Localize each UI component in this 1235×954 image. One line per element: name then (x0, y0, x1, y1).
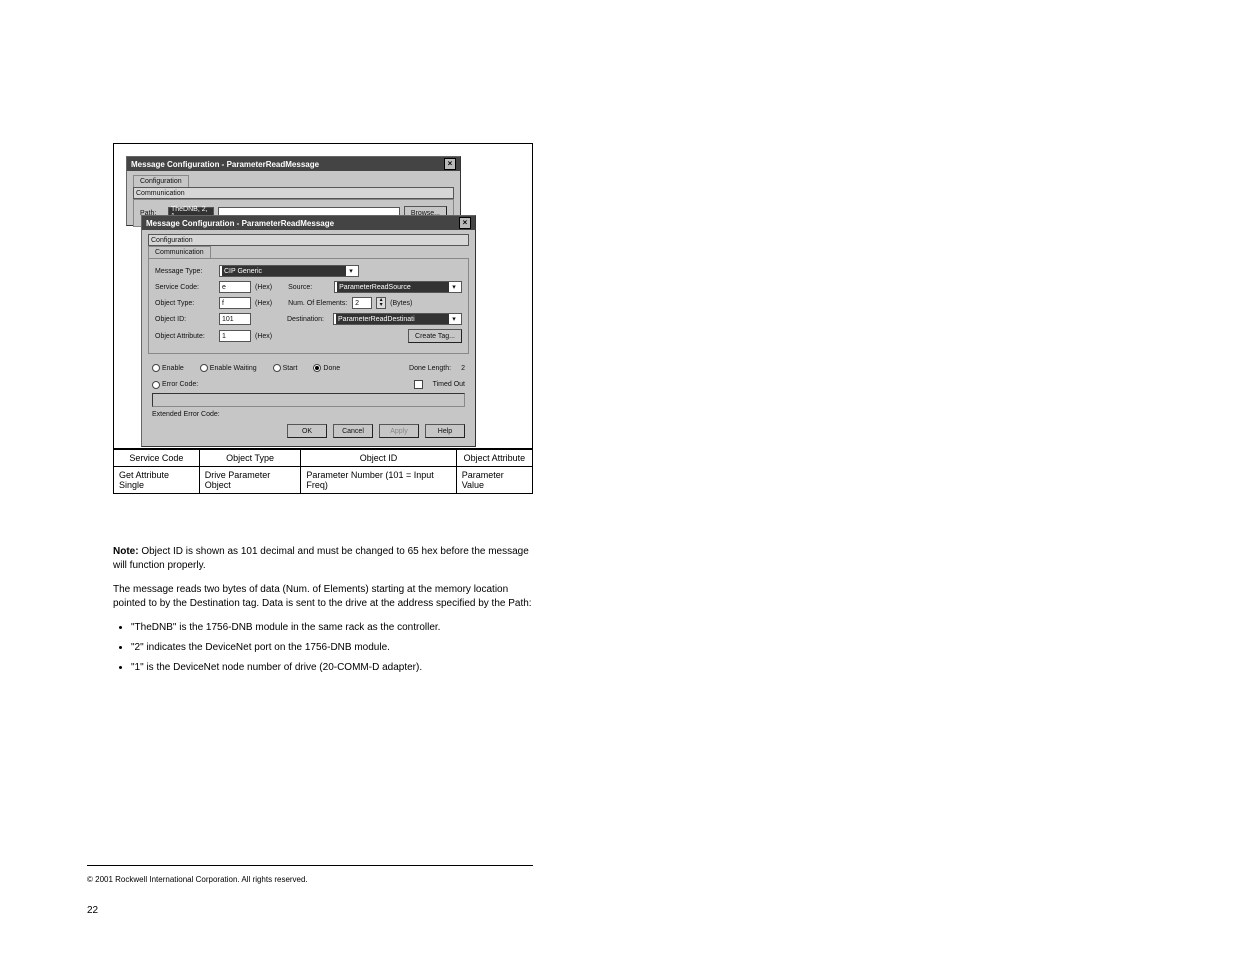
bytes-label: (Bytes) (390, 300, 412, 307)
body-text: Note: Object ID is shown as 101 decimal … (113, 545, 533, 685)
titlebar: Message Configuration - ParameterReadMes… (142, 216, 475, 230)
hex-label: (Hex) (255, 333, 272, 340)
destination-label: Destination: (287, 316, 329, 323)
object-type-label: Object Type: (155, 300, 215, 307)
table-row: Get Attribute Single Drive Parameter Obj… (114, 467, 533, 494)
list-item: "2" indicates the DeviceNet port on the … (131, 641, 533, 655)
note-label: Note: (113, 546, 139, 557)
message-type-label: Message Type: (155, 268, 215, 275)
titlebar: Message Configuration - ParameterReadMes… (127, 157, 460, 171)
chevron-down-icon: ▾ (346, 267, 356, 275)
tabstrip: Configuration Communication (127, 171, 460, 199)
dialog-stack: Message Configuration - ParameterReadMes… (126, 156, 481, 436)
object-id-label: Object ID: (155, 316, 215, 323)
hex-label: (Hex) (255, 284, 272, 291)
source-label: Source: (288, 284, 330, 291)
chevron-down-icon: ▾ (449, 283, 459, 291)
done-length-label: Done Length: (409, 365, 451, 372)
radio-icon (273, 364, 281, 372)
dialog-title: Message Configuration - ParameterReadMes… (131, 160, 319, 169)
status-row-2: Error Code: Timed Out (142, 376, 475, 393)
object-attribute-input[interactable]: 1 (219, 330, 251, 342)
source-select[interactable]: ParameterReadSource ▾ (334, 281, 462, 293)
radio-icon (200, 364, 208, 372)
message-type-value: CIP Generic (222, 266, 346, 276)
destination-select[interactable]: ParameterReadDestinati ▾ (333, 313, 462, 325)
dialog-title: Message Configuration - ParameterReadMes… (146, 219, 334, 228)
radio-icon (313, 364, 321, 372)
num-elements-label: Num. Of Elements: (288, 300, 348, 307)
enable-label: Enable (162, 365, 184, 372)
done-label: Done (323, 365, 340, 372)
tabstrip: Configuration Communication (142, 230, 475, 258)
done-length-value: 2 (461, 365, 465, 372)
destination-value: ParameterReadDestinati (336, 314, 449, 324)
list-item: "TheDNB" is the 1756-DNB module in the s… (131, 621, 533, 635)
tab-configuration[interactable]: Configuration (148, 234, 469, 246)
config-panel: Message Type: CIP Generic ▾ Service Code… (148, 258, 469, 354)
list-item: "1" is the DeviceNet node number of driv… (131, 661, 533, 675)
ok-button[interactable]: OK (287, 424, 327, 438)
footer-rule (87, 865, 533, 866)
note-text: Object ID is shown as 101 decimal and mu… (113, 546, 529, 571)
figure-and-table: Message Configuration - ParameterReadMes… (113, 143, 533, 494)
object-attribute-label: Object Attribute: (155, 333, 215, 340)
tab-communication[interactable]: Communication (133, 187, 454, 199)
num-elements-input[interactable]: 2 (352, 297, 372, 309)
radio-icon (152, 364, 160, 372)
footer-copyright: © 2001 Rockwell International Corporatio… (87, 875, 533, 884)
tab-configuration[interactable]: Configuration (133, 175, 189, 187)
page-number: 22 (87, 905, 98, 916)
cell: Get Attribute Single (114, 467, 200, 494)
extended-error-label: Extended Error Code: (142, 411, 475, 424)
bullet-list: "TheDNB" is the 1756-DNB module in the s… (131, 621, 533, 675)
cell: Parameter Value (456, 467, 532, 494)
col-header: Object Type (199, 450, 301, 467)
button-bar: OK Cancel Apply Help (142, 424, 475, 446)
error-box (152, 393, 465, 407)
spec-table: Service Code Object Type Object ID Objec… (113, 449, 533, 494)
create-tag-button[interactable]: Create Tag... (408, 329, 462, 343)
message-type-select[interactable]: CIP Generic ▾ (219, 265, 359, 277)
object-type-input[interactable]: f (219, 297, 251, 309)
radio-icon (152, 381, 160, 389)
spinner-icon[interactable]: ▴▾ (376, 297, 386, 309)
close-icon[interactable]: × (444, 158, 456, 170)
tab-communication[interactable]: Communication (148, 246, 211, 258)
status-row-1: Enable Enable Waiting Start Done Done Le… (142, 360, 475, 376)
table-row: Service Code Object Type Object ID Objec… (114, 450, 533, 467)
cell: Parameter Number (101 = Input Freq) (301, 467, 456, 494)
timed-out-label: Timed Out (433, 381, 465, 388)
col-header: Service Code (114, 450, 200, 467)
start-label: Start (283, 365, 298, 372)
help-button[interactable]: Help (425, 424, 465, 438)
enable-waiting-label: Enable Waiting (210, 365, 257, 372)
close-icon[interactable]: × (459, 217, 471, 229)
checkbox-icon[interactable] (414, 380, 423, 389)
cancel-button[interactable]: Cancel (333, 424, 373, 438)
service-code-label: Service Code: (155, 284, 215, 291)
source-value: ParameterReadSource (337, 282, 449, 292)
service-code-input[interactable]: e (219, 281, 251, 293)
col-header: Object Attribute (456, 450, 532, 467)
error-code-label: Error Code: (162, 381, 198, 388)
cell: Drive Parameter Object (199, 467, 301, 494)
hex-label: (Hex) (255, 300, 272, 307)
dialog-front: Message Configuration - ParameterReadMes… (141, 215, 476, 447)
apply-button[interactable]: Apply (379, 424, 419, 438)
figure-frame: Message Configuration - ParameterReadMes… (113, 143, 533, 449)
chevron-down-icon: ▾ (449, 315, 459, 323)
col-header: Object ID (301, 450, 456, 467)
object-id-input[interactable]: 101 (219, 313, 251, 325)
paragraph: The message reads two bytes of data (Num… (113, 583, 533, 611)
